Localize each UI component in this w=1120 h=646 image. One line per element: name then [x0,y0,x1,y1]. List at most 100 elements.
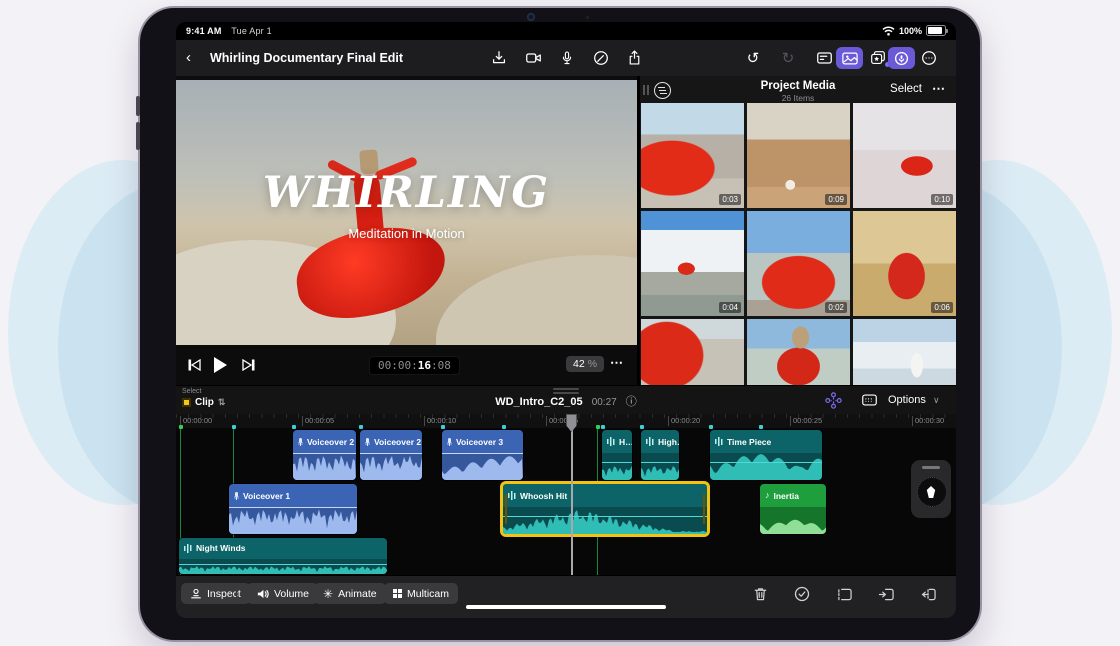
viewer-more-button[interactable]: ⋯ [610,355,624,371]
media-more-button[interactable]: ⋯ [932,81,946,97]
redo-button[interactable]: ↻ [777,48,799,68]
timecode-display[interactable]: 00:00:16:08 [369,356,460,375]
video-viewer[interactable]: WHIRLING Meditation in Motion [176,80,637,345]
timeline-clip[interactable]: Voiceover 3 [442,430,523,480]
viewer-panel: WHIRLING Meditation in Motion [176,76,637,385]
media-thumbnail[interactable]: 0:02 [747,211,850,316]
insert-icon [878,587,895,602]
titles-card-icon [815,49,834,67]
import-icon [490,49,508,67]
timeline-clip[interactable]: H… [602,430,632,480]
video-subtitle-overlay: Meditation in Motion [176,226,637,241]
timeline-clip[interactable]: Night Winds [179,538,387,574]
timecode-hours: 00:00: [378,359,418,372]
inspect-button[interactable]: Inspect [181,583,250,604]
timecode-seconds: 16 [418,359,431,372]
timeline-header-bar: Select Clip ⇅ WD_Intro_C2_05 00:27 ⓘ [176,385,956,415]
ruler-tick: 00:00:20 [668,416,700,426]
marketing-page: 9:41 AM Tue Apr 1 100% ‹ Whirling Docume… [0,0,1120,646]
mic-icon [365,438,370,446]
effects-browser-button[interactable] [864,47,891,69]
info-icon[interactable]: ⓘ [626,396,637,408]
skip-to-start-button[interactable] [184,355,204,375]
timeline-tracks[interactable]: Voiceover 2 Voiceover 2 Voiceover 3 H… H… [176,428,956,575]
volume-down-button[interactable] [136,122,140,150]
draw-tool-button[interactable] [590,48,612,68]
media-thumbnail[interactable] [747,319,850,385]
timeline-drag-handle[interactable] [553,388,579,390]
ellipsis-circle-icon [920,49,938,67]
voiceover-panel-button[interactable] [888,47,915,69]
trim-handle-left[interactable] [505,494,507,524]
effects-star-icon [869,49,887,67]
audio-waveform [602,453,632,480]
approve-button[interactable] [792,584,812,604]
record-video-button[interactable] [522,48,544,68]
back-chevron-button[interactable]: ‹ [186,49,191,66]
insert-edit-button[interactable] [876,584,896,604]
media-thumbnail[interactable]: 0:04 [641,211,744,316]
timeline-clip[interactable]: High… [641,430,679,480]
mic-icon [298,438,303,446]
skip-back-icon [188,359,201,371]
toolbar-divider [236,585,237,602]
camera-icon [524,49,543,67]
audio-wave-icon [508,491,516,500]
jog-drag-handle[interactable] [922,466,940,469]
skip-to-end-button[interactable] [238,355,258,375]
delete-button[interactable] [750,584,770,604]
clip-appearance-button[interactable] [860,391,879,414]
media-thumbnail[interactable]: 0:10 [853,103,956,208]
status-date: Tue Apr 1 [231,26,272,36]
play-button[interactable] [210,355,230,375]
clip-duration-badge: 0:03 [719,194,741,205]
media-thumbnail[interactable]: 0:03 [641,103,744,208]
volume-up-button[interactable] [136,96,140,116]
clip-duration-badge: 0:10 [931,194,953,205]
media-thumbnail[interactable]: 0:06 [853,211,956,316]
home-indicator[interactable] [466,605,666,609]
media-thumbnail[interactable] [853,319,956,385]
timeline-clip[interactable]: Voiceover 2 [293,430,356,480]
share-icon [626,49,643,67]
timeline-clip[interactable]: Voiceover 2 [360,430,422,480]
multicam-button[interactable]: Multicam [384,583,458,604]
viewer-zoom-control[interactable]: 42% [566,356,604,372]
share-button[interactable] [623,48,645,68]
timeline-clip[interactable]: Time Piece [710,430,822,480]
timecode-frames: :08 [431,359,451,372]
ipad-device-frame: 9:41 AM Tue Apr 1 100% ‹ Whirling Docume… [140,8,980,640]
titles-browser-button[interactable] [813,48,835,68]
ruler-tick: 00:00:25 [790,416,822,426]
jog-wheel-panel[interactable] [911,460,951,518]
trim-handle-right[interactable] [703,494,705,524]
append-edit-button[interactable] [834,584,854,604]
connect-marker [441,425,445,429]
volume-button[interactable]: Volume [247,583,318,604]
skip-forward-icon [242,359,255,371]
record-voiceover-button[interactable] [556,48,578,68]
animate-button[interactable]: ✳ Animate [314,583,386,604]
media-browser-button[interactable] [836,47,863,69]
overwrite-edit-button[interactable] [918,584,938,604]
options-button[interactable]: Options ∨ [888,394,940,406]
media-thumbnail[interactable]: 0:09 [747,103,850,208]
audio-wave-icon [715,437,723,446]
music-note-icon: ♪ [765,491,770,500]
connections-toggle-button[interactable] [824,391,843,415]
playhead[interactable] [571,414,573,575]
ruler-tick: 00:00:05 [302,416,334,426]
connections-icon [824,391,843,410]
clip-label: Voiceover 2 [307,437,354,447]
timeline-clip[interactable]: Voiceover 1 [229,484,357,534]
select-button[interactable]: Select [890,83,922,95]
timeline-clip-selected[interactable]: Whoosh Hit [503,484,707,534]
audio-waveform [293,453,356,480]
pencil-circle-icon [592,49,610,67]
media-thumbnail[interactable] [641,319,744,385]
clip-label: Voiceover 2 [374,437,421,447]
timeline-clip[interactable]: ♪Inertia [760,484,826,534]
undo-button[interactable]: ↺ [742,48,764,68]
import-media-button[interactable] [488,48,510,68]
more-menu-button[interactable] [918,48,940,68]
